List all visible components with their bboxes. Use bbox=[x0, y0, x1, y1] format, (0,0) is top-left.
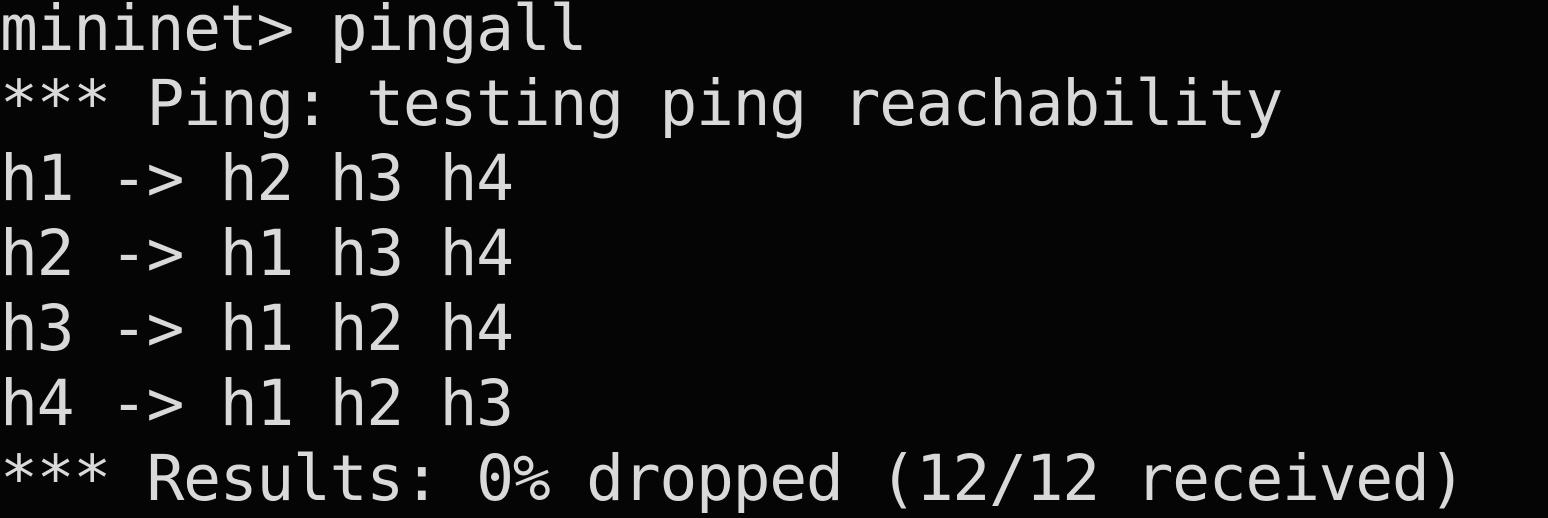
terminal-prompt-line: mininet> pingall bbox=[0, 0, 587, 65]
terminal-window[interactable]: mininet> pingall *** Ping: testing ping … bbox=[0, 0, 1548, 518]
terminal-output-line: h3 -> h1 h2 h4 bbox=[0, 292, 514, 365]
terminal-output-line: *** Results: 0% dropped (12/12 received) bbox=[0, 442, 1466, 515]
terminal-output-line: *** Ping: testing ping reachability bbox=[0, 67, 1283, 140]
terminal-output-line: h1 -> h2 h3 h4 bbox=[0, 142, 514, 215]
terminal-output-line: h2 -> h1 h3 h4 bbox=[0, 217, 514, 290]
terminal-output-line: h4 -> h1 h2 h3 bbox=[0, 367, 514, 440]
